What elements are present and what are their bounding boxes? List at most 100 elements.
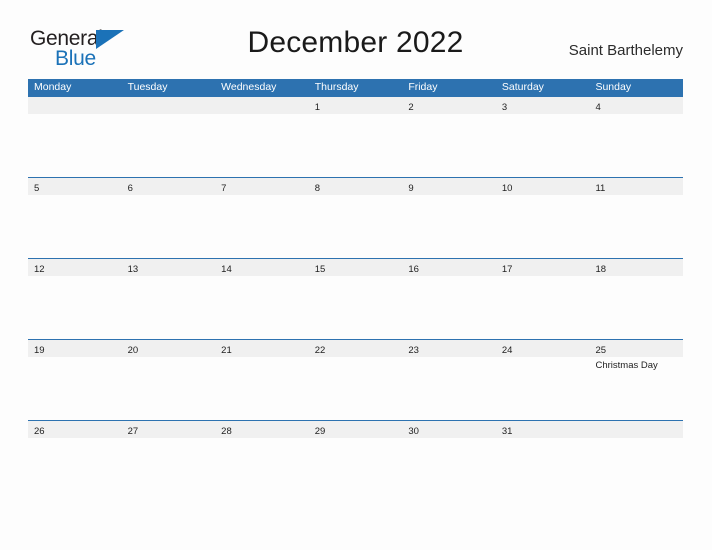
day-event-cell[interactable] — [122, 438, 216, 501]
day-number: 26 — [34, 426, 45, 437]
day-cell[interactable] — [215, 97, 309, 114]
calendar-grid: Monday Tuesday Wednesday Thursday Friday… — [28, 79, 683, 501]
day-number: 24 — [501, 345, 513, 356]
week-event-area — [28, 276, 683, 339]
day-cell[interactable]: 21 — [215, 340, 309, 357]
day-event-cell[interactable] — [122, 195, 216, 258]
day-event-cell[interactable] — [28, 357, 122, 420]
week-date-band: 12 13 14 15 16 17 18 — [28, 259, 683, 276]
day-number: 13 — [127, 264, 139, 275]
day-event-cell[interactable] — [309, 276, 403, 339]
day-number: 31 — [501, 426, 513, 437]
day-number: 18 — [595, 264, 607, 275]
day-event-cell[interactable] — [122, 357, 216, 420]
day-event-cell[interactable] — [215, 276, 309, 339]
day-cell[interactable]: 27 — [122, 421, 216, 438]
day-event-cell[interactable] — [496, 438, 590, 501]
day-event-cell[interactable] — [309, 357, 403, 420]
day-event-cell[interactable] — [122, 114, 216, 177]
day-cell[interactable]: 16 — [402, 259, 496, 276]
day-event-cell[interactable] — [402, 114, 496, 177]
week-row: 1 2 3 4 — [28, 96, 683, 177]
day-cell[interactable]: 13 — [122, 259, 216, 276]
day-event-cell[interactable] — [28, 195, 122, 258]
day-cell[interactable]: 12 — [28, 259, 122, 276]
day-number: 23 — [408, 345, 419, 356]
day-cell[interactable]: 26 — [28, 421, 122, 438]
week-row: 5 6 7 8 9 10 11 — [28, 177, 683, 258]
day-cell[interactable]: 31 — [496, 421, 590, 438]
day-event-cell[interactable] — [309, 438, 403, 501]
day-event-cell[interactable] — [28, 276, 122, 339]
day-event-cell[interactable] — [215, 357, 309, 420]
day-cell[interactable]: 5 — [28, 178, 122, 195]
day-cell[interactable]: 18 — [589, 259, 683, 276]
day-event-cell[interactable] — [402, 276, 496, 339]
calendar-page: General Blue December 2022 Saint Barthel… — [0, 0, 712, 550]
day-cell[interactable]: 8 — [309, 178, 403, 195]
day-cell[interactable]: 6 — [122, 178, 216, 195]
day-cell[interactable]: 29 — [309, 421, 403, 438]
day-event-cell[interactable] — [215, 195, 309, 258]
day-cell[interactable]: 10 — [496, 178, 590, 195]
day-event-cell[interactable] — [589, 438, 683, 501]
day-number: 3 — [501, 102, 508, 113]
day-cell[interactable]: 1 — [309, 97, 403, 114]
day-event-cell[interactable] — [309, 114, 403, 177]
day-event-cell[interactable] — [309, 195, 403, 258]
day-cell[interactable] — [28, 97, 122, 114]
day-event-cell[interactable] — [28, 438, 122, 501]
day-event-cell[interactable] — [589, 114, 683, 177]
day-number: 4 — [595, 102, 601, 113]
day-event-cell[interactable] — [28, 114, 122, 177]
day-number: 15 — [314, 264, 326, 275]
day-event-cell[interactable] — [215, 114, 309, 177]
day-event-cell-christmas[interactable]: Christmas Day — [589, 357, 683, 420]
day-cell[interactable]: 11 — [589, 178, 683, 195]
weekday-header-saturday: Saturday — [501, 81, 544, 93]
day-cell[interactable]: 28 — [215, 421, 309, 438]
day-event-cell[interactable] — [215, 438, 309, 501]
week-date-band: 19 20 21 22 23 24 25 — [28, 340, 683, 357]
day-cell[interactable]: 23 — [402, 340, 496, 357]
day-cell[interactable]: 17 — [496, 259, 590, 276]
day-cell[interactable]: 25 — [589, 340, 683, 357]
day-number: 25 — [595, 345, 607, 356]
week-date-band: 1 2 3 4 — [28, 97, 683, 114]
day-cell[interactable]: 24 — [496, 340, 590, 357]
day-cell[interactable]: 3 — [496, 97, 590, 114]
day-event-cell[interactable] — [402, 357, 496, 420]
day-event-cell[interactable] — [496, 357, 590, 420]
day-cell[interactable] — [122, 97, 216, 114]
day-number: 14 — [221, 264, 232, 275]
day-cell[interactable]: 4 — [589, 97, 683, 114]
weekday-header-row: Monday Tuesday Wednesday Thursday Friday… — [28, 79, 683, 96]
day-cell[interactable] — [589, 421, 683, 438]
week-date-band: 5 6 7 8 9 10 11 — [28, 178, 683, 195]
day-number: 30 — [408, 426, 419, 437]
day-cell[interactable]: 9 — [402, 178, 496, 195]
week-event-area: Christmas Day — [28, 357, 683, 420]
day-event-cell[interactable] — [496, 276, 590, 339]
day-event-cell[interactable] — [122, 276, 216, 339]
day-cell[interactable]: 30 — [402, 421, 496, 438]
day-cell[interactable]: 2 — [402, 97, 496, 114]
day-event-cell[interactable] — [496, 195, 590, 258]
day-event-cell[interactable] — [402, 438, 496, 501]
weekday-header-friday: Friday — [408, 81, 438, 93]
day-number: 11 — [595, 183, 606, 194]
day-cell[interactable]: 22 — [309, 340, 403, 357]
day-event-cell[interactable] — [402, 195, 496, 258]
day-cell[interactable]: 14 — [215, 259, 309, 276]
day-event-cell[interactable] — [589, 195, 683, 258]
day-number: 10 — [501, 183, 513, 194]
day-cell[interactable]: 19 — [28, 340, 122, 357]
day-cell[interactable]: 20 — [122, 340, 216, 357]
day-event-cell[interactable] — [496, 114, 590, 177]
day-number: 9 — [408, 183, 414, 194]
day-number: 6 — [127, 183, 133, 194]
weekday-header-monday: Monday — [34, 81, 72, 93]
day-cell[interactable]: 15 — [309, 259, 403, 276]
day-event-cell[interactable] — [589, 276, 683, 339]
day-cell[interactable]: 7 — [215, 178, 309, 195]
